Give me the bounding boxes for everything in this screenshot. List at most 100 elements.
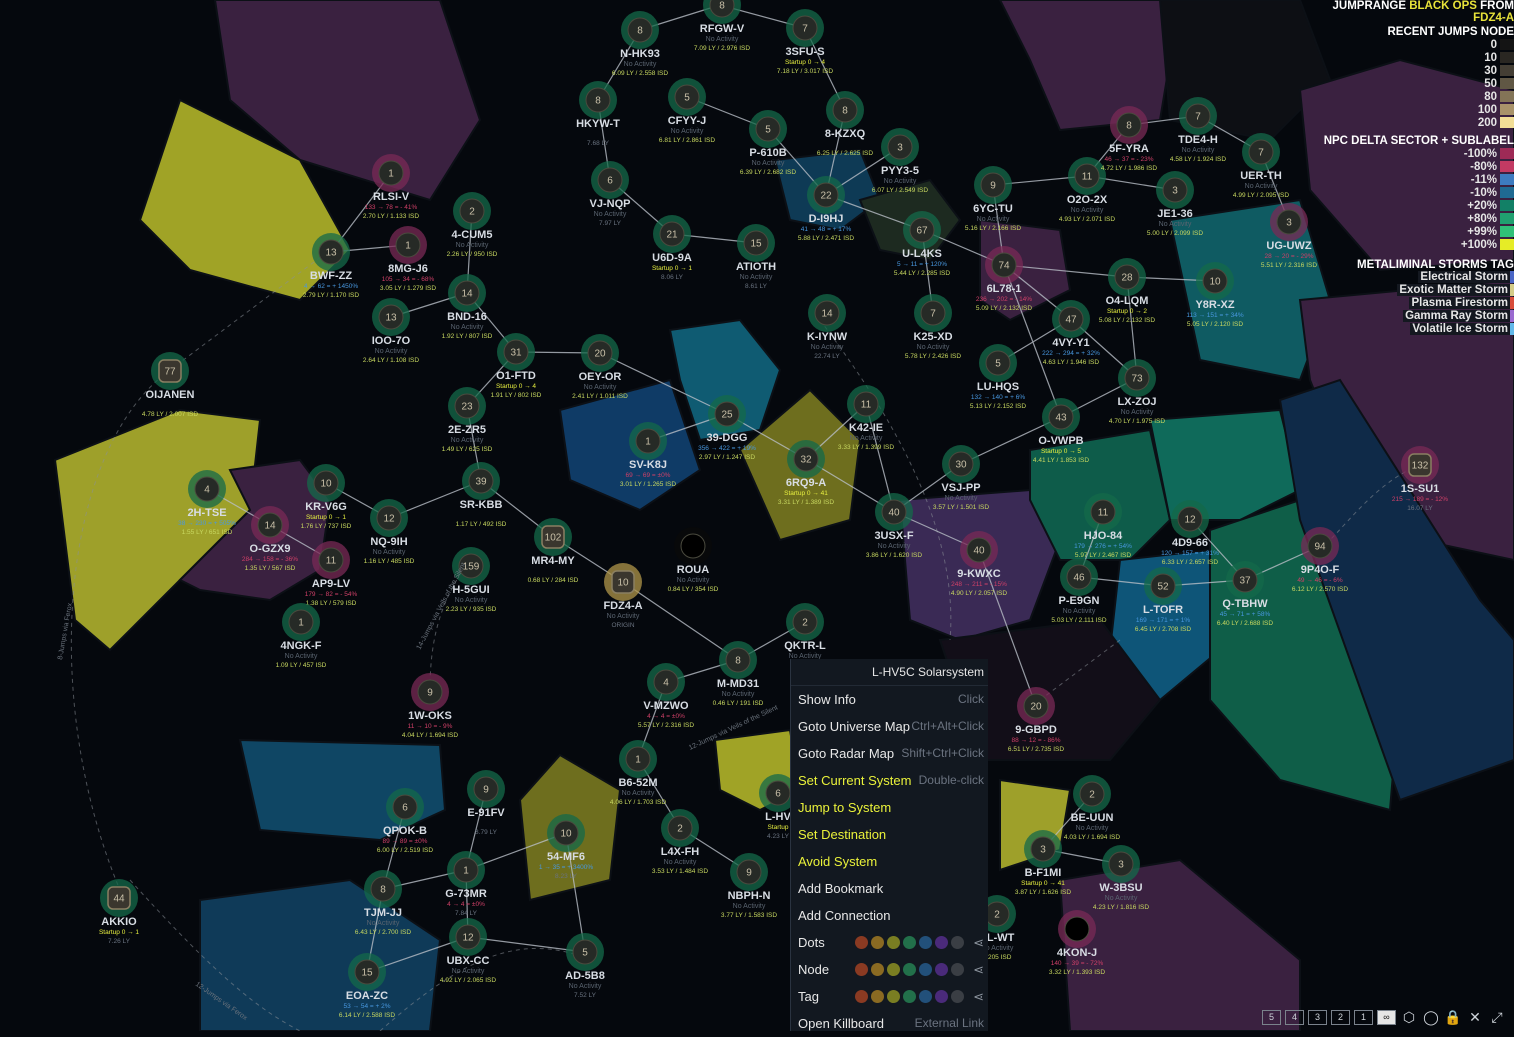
- system-node[interactable]: 8 N-HK93No Activity 6.09 LY / 2.558 ISD: [612, 11, 668, 77]
- system-node[interactable]: 1 8MG-J6105 → 34 = - 68% 3.05 LY / 1.279 I…: [380, 226, 436, 292]
- system-node[interactable]: 77 OIJANEN 4.78 LY / 2.007 ISD: [142, 352, 198, 418]
- system-name[interactable]: VSJ-PP: [941, 482, 980, 494]
- system-name[interactable]: E-91FV: [467, 807, 505, 819]
- system-name[interactable]: O1-FTD: [496, 370, 536, 382]
- system-node[interactable]: 7 UER-THNo Activity 4.99 LY / 2.095 ISD: [1233, 133, 1289, 199]
- system-node[interactable]: 1 G-73MR4 → 4 = ±0% 7.84 LY: [445, 851, 487, 917]
- system-name[interactable]: 6L78-1: [987, 283, 1022, 295]
- system-name[interactable]: M-MD31: [717, 678, 759, 690]
- system-name[interactable]: 4NGK-F: [281, 640, 322, 652]
- system-node[interactable]: 1 4NGK-FNo Activity 1.09 LY / 457 ISD: [276, 603, 327, 669]
- system-name[interactable]: 1W-OKS: [408, 710, 452, 722]
- color-swatch[interactable]: [935, 963, 949, 976]
- system-name[interactable]: PYY3-5: [881, 165, 919, 177]
- menu-item-add-connection[interactable]: Add Connection: [791, 902, 988, 929]
- system-name[interactable]: Y8R-XZ: [1195, 299, 1234, 311]
- system-name[interactable]: BE-UUN: [1071, 812, 1114, 824]
- system-node[interactable]: 9 6YC-TUNo Activity 5.16 LY / 2.166 ISD: [965, 166, 1021, 232]
- color-swatch[interactable]: [919, 963, 933, 976]
- color-swatch[interactable]: [951, 963, 965, 976]
- share-icon[interactable]: ⋖: [973, 929, 984, 956]
- system-node[interactable]: 102 MR4-MY 0.68 LY / 284 ISD: [528, 518, 579, 584]
- system-node[interactable]: 73 LX-ZOJNo Activity 4.70 LY / 1.975 ISD: [1109, 359, 1165, 425]
- system-node[interactable]: 47 4VY-Y1222 → 294 = + 32% 4.63 LY / 1.946…: [1042, 300, 1100, 366]
- system-node[interactable]: ROUANo Activity 0.84 LY / 354 ISD: [668, 527, 719, 593]
- system-name[interactable]: 4D9-66: [1172, 537, 1208, 549]
- system-name[interactable]: UG-UWZ: [1266, 240, 1311, 252]
- system-name[interactable]: 6RQ9-A: [786, 477, 826, 489]
- system-node[interactable]: 6 VJ-NQPNo Activity 7.97 LY: [590, 161, 631, 227]
- color-swatch[interactable]: [855, 963, 869, 976]
- system-node[interactable]: 7 K25-XDNo Activity 5.78 LY / 2.426 ISD: [905, 294, 961, 360]
- system-name[interactable]: W-3BSU: [1099, 882, 1142, 894]
- system-name[interactable]: HJO-84: [1084, 530, 1123, 542]
- system-name[interactable]: Q-TBHW: [1222, 598, 1268, 610]
- system-node[interactable]: 12 UBX-CCNo Activity 4.92 LY / 2.065 ISD: [440, 918, 496, 984]
- system-node[interactable]: 23 2E-ZR5No Activity 1.49 LY / 625 ISD: [442, 387, 493, 453]
- system-node[interactable]: 43 O-VWPBStartup 0 → 5 4.41 LY / 1.853 ISD: [1033, 398, 1089, 464]
- system-name[interactable]: TJM-JJ: [364, 907, 402, 919]
- system-node[interactable]: 8 M-MD31No Activity 0.46 LY / 191 ISD: [713, 641, 764, 707]
- system-name[interactable]: 1S-SU1: [1401, 483, 1440, 495]
- zoom-button[interactable]: 5: [1262, 1010, 1281, 1025]
- system-name[interactable]: 4VY-Y1: [1052, 337, 1089, 349]
- color-swatch[interactable]: [919, 936, 933, 949]
- system-name[interactable]: 4-CUM5: [452, 229, 493, 241]
- system-node[interactable]: 2 L4X-FHNo Activity 3.53 LY / 1.484 ISD: [652, 809, 708, 875]
- system-name[interactable]: 9-KWXC: [957, 568, 1000, 580]
- system-name[interactable]: G-73MR: [445, 888, 487, 900]
- system-name[interactable]: V-MZWO: [643, 700, 689, 712]
- color-swatch[interactable]: [903, 936, 917, 949]
- zoom-button[interactable]: 2: [1331, 1010, 1350, 1025]
- system-name[interactable]: HKYW-T: [576, 118, 620, 130]
- zoom-button[interactable]: 4: [1285, 1010, 1304, 1025]
- color-swatch[interactable]: [935, 990, 949, 1003]
- system-name[interactable]: 9P4O-F: [1301, 564, 1340, 576]
- system-node[interactable]: 46 P-E9GNNo Activity 5.03 LY / 2.111 ISD: [1051, 558, 1107, 624]
- system-name[interactable]: SV-K8J: [629, 459, 667, 471]
- system-name[interactable]: MR4-MY: [531, 555, 575, 567]
- color-swatch[interactable]: [871, 936, 885, 949]
- system-name[interactable]: 4KON-J: [1057, 947, 1097, 959]
- system-name[interactable]: AKKIO: [101, 916, 137, 928]
- system-name[interactable]: UBX-CC: [447, 955, 490, 967]
- system-name[interactable]: CFYY-J: [668, 115, 707, 127]
- system-name[interactable]: L-TOFR: [1143, 604, 1183, 616]
- system-name[interactable]: BND-16: [447, 311, 487, 323]
- system-node[interactable]: 20 OEY-ORNo Activity 2.41 LY / 1.011 ISD: [572, 334, 628, 400]
- color-swatch[interactable]: [887, 990, 901, 1003]
- color-swatch[interactable]: [935, 936, 949, 949]
- color-swatch[interactable]: [871, 963, 885, 976]
- color-swatch[interactable]: [903, 963, 917, 976]
- menu-item-avoid-system[interactable]: Avoid System: [791, 848, 988, 875]
- system-name[interactable]: N-HK93: [620, 48, 660, 60]
- system-name[interactable]: U-L4KS: [902, 248, 942, 260]
- system-name[interactable]: 5F-YRA: [1109, 143, 1149, 155]
- system-node[interactable]: 5 LU-HQS132 → 140 = + 6% 5.13 LY / 2.152 I…: [970, 344, 1026, 410]
- system-node[interactable]: 2 4-CUM5No Activity 2.26 LY / 950 ISD: [447, 192, 498, 258]
- system-name[interactable]: 3SFU-S: [785, 46, 824, 58]
- system-node[interactable]: 12 NQ-9IHNo Activity 1.16 LY / 485 ISD: [364, 499, 415, 565]
- system-name[interactable]: OIJANEN: [146, 389, 195, 401]
- share-icon[interactable]: ⋖: [973, 956, 984, 983]
- system-node[interactable]: 5 CFYY-JNo Activity 6.81 LY / 2.861 ISD: [659, 78, 715, 144]
- system-name[interactable]: NQ-9IH: [370, 536, 407, 548]
- system-name[interactable]: B6-52M: [618, 777, 657, 789]
- system-node[interactable]: 21 U6D-9AStartup 0 → 1 8.06 LY: [652, 215, 692, 281]
- system-name[interactable]: L-HV: [765, 811, 791, 823]
- system-node[interactable]: 31 O1-FTDStartup 0 → 4 1.91 LY / 802 ISD: [491, 333, 542, 399]
- system-node[interactable]: 28 O4-LQMStartup 0 → 2 5.08 LY / 2.132 ISD: [1099, 258, 1155, 324]
- system-node[interactable]: 15 ATIOTHNo Activity 8.61 LY: [736, 224, 776, 290]
- system-name[interactable]: ROUA: [677, 564, 709, 576]
- zoom-button[interactable]: ∞: [1377, 1010, 1396, 1025]
- system-name[interactable]: 2H-TSE: [187, 507, 226, 519]
- system-name[interactable]: JE1-36: [1157, 208, 1192, 220]
- system-name[interactable]: QPOK-B: [383, 825, 427, 837]
- system-node[interactable]: 8 8-KZXQ 6.25 LY / 2.625 ISD: [817, 91, 873, 157]
- system-node[interactable]: 7 3SFU-SStartup 0 → 4 7.18 LY / 3.017 ISD: [777, 9, 833, 75]
- menu-item-show-info[interactable]: Show Info Click: [791, 686, 988, 713]
- system-name[interactable]: BWF-ZZ: [310, 270, 352, 282]
- system-name[interactable]: P-610B: [749, 147, 786, 159]
- system-name[interactable]: K25-XD: [913, 331, 952, 343]
- menu-item-open-killboard[interactable]: Open Killboard External Link: [791, 1010, 988, 1037]
